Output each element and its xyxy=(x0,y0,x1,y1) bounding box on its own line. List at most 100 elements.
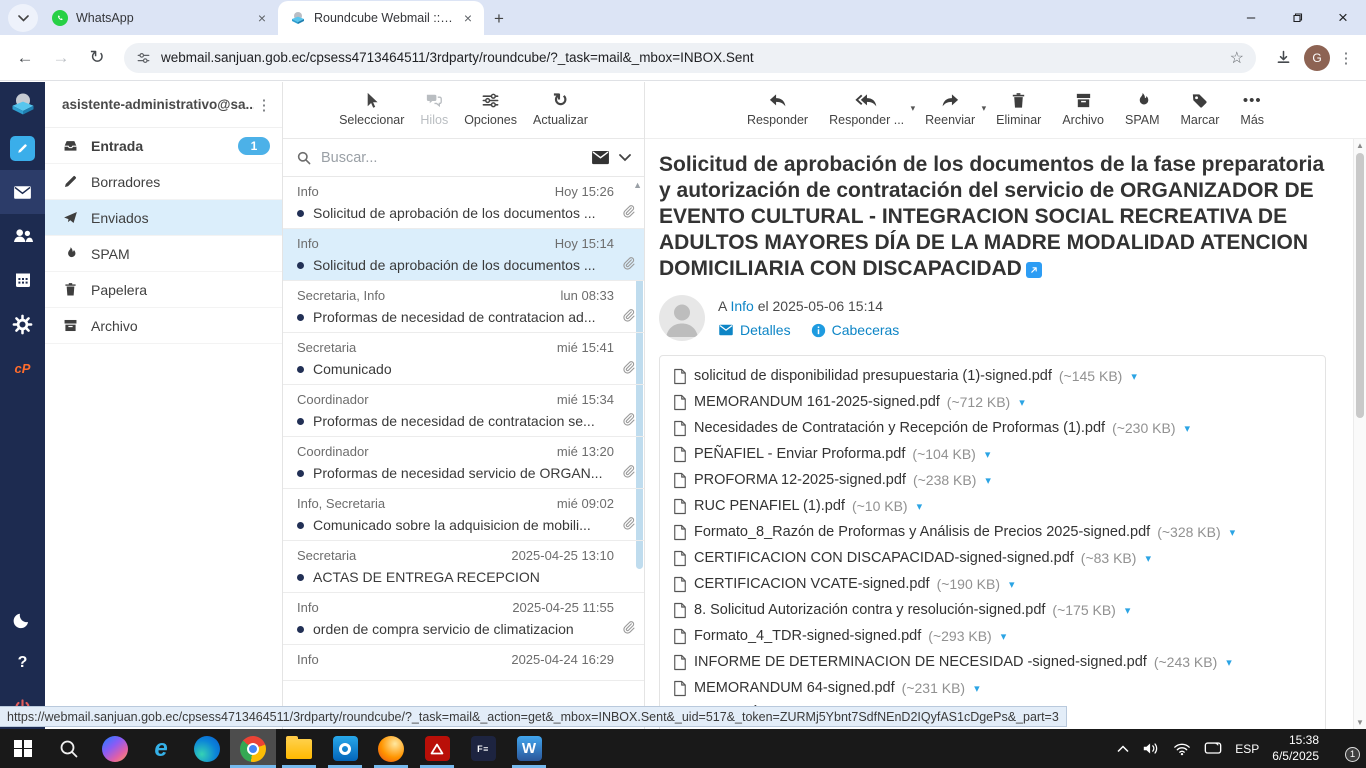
calendar-nav-button[interactable] xyxy=(0,258,45,302)
forward-button[interactable]: Reenviar ▾ xyxy=(925,91,975,127)
url-text[interactable]: webmail.sanjuan.gob.ec/cpsess4713464511/… xyxy=(161,50,1220,65)
cast-display-icon[interactable] xyxy=(1204,741,1222,756)
options-button[interactable]: Opciones xyxy=(464,91,517,127)
cpanel-nav-button[interactable]: cP xyxy=(0,346,45,390)
back-button[interactable]: ← xyxy=(10,43,40,73)
clock[interactable]: 15:38 6/5/2025 xyxy=(1272,733,1319,764)
window-close-button[interactable]: × xyxy=(1320,0,1366,35)
list-item[interactable]: Info, Secretaria mié 09:02 Comunicado so… xyxy=(283,489,644,541)
window-minimize-button[interactable]: – xyxy=(1228,0,1274,35)
dark-mode-button[interactable] xyxy=(0,597,45,641)
url-bar[interactable]: webmail.sanjuan.gob.ec/cpsess4713464511/… xyxy=(124,43,1256,73)
reply-all-button[interactable]: Responder ... ▾ xyxy=(829,91,904,127)
headers-link[interactable]: Cabeceras xyxy=(811,322,900,338)
internet-explorer-button[interactable]: e xyxy=(138,729,184,768)
list-item[interactable]: Secretaria mié 15:41 Comunicado xyxy=(283,333,644,385)
language-indicator[interactable]: ESP xyxy=(1235,742,1259,756)
forward-button[interactable]: → xyxy=(46,43,76,73)
sidebar-item-papelera[interactable]: Papelera xyxy=(45,272,282,308)
list-item[interactable]: Coordinador mié 13:20 Proformas de neces… xyxy=(283,437,644,489)
details-link[interactable]: Detalles xyxy=(718,322,791,338)
spam-button[interactable]: SPAM xyxy=(1125,91,1160,127)
view-scrollbar[interactable]: ▲ ▼ xyxy=(1353,139,1366,729)
list-item[interactable]: Secretaria, Info lun 08:33 Proformas de … xyxy=(283,281,644,333)
attachment-menu-caret-icon[interactable]: ▾ xyxy=(1019,396,1025,409)
list-item[interactable]: Secretaria 2025-04-25 13:10 ACTAS DE ENT… xyxy=(283,541,644,593)
mail-nav-button[interactable] xyxy=(0,170,45,214)
reply-all-caret-icon[interactable]: ▾ xyxy=(911,103,916,114)
tray-expand-icon[interactable] xyxy=(1117,745,1129,753)
list-item[interactable]: Info Hoy 15:26 Solicitud de aprobación d… xyxy=(283,177,644,229)
reply-button[interactable]: Responder xyxy=(747,91,808,127)
browser-menu-icon[interactable]: ⋮ xyxy=(1336,49,1356,67)
taskbar-search-button[interactable] xyxy=(46,729,92,768)
attachment-menu-caret-icon[interactable]: ▾ xyxy=(917,500,923,513)
scroll-up-icon[interactable]: ▲ xyxy=(1354,141,1366,150)
outlook-button[interactable] xyxy=(322,729,368,768)
recipient-link[interactable]: Info xyxy=(730,298,753,314)
view-scrollbar-thumb[interactable] xyxy=(1356,153,1364,418)
chrome-button[interactable] xyxy=(230,729,276,768)
sidebar-item-entrada[interactable]: Entrada 1 xyxy=(45,128,282,164)
bookmark-star-icon[interactable]: ☆ xyxy=(1230,48,1244,68)
sidebar-item-enviados[interactable]: Enviados xyxy=(45,200,282,236)
new-tab-button[interactable]: + xyxy=(494,9,504,29)
sidebar-item-borradores[interactable]: Borradores xyxy=(45,164,282,200)
file-explorer-button[interactable] xyxy=(276,729,322,768)
forward-caret-icon[interactable]: ▾ xyxy=(982,103,987,114)
search-options-chevron-icon[interactable] xyxy=(619,154,631,162)
settings-nav-button[interactable] xyxy=(0,302,45,346)
wifi-icon[interactable] xyxy=(1173,742,1191,756)
attachment-menu-caret-icon[interactable]: ▾ xyxy=(974,682,980,695)
word-button[interactable]: W xyxy=(506,729,552,768)
acrobat-button[interactable] xyxy=(414,729,460,768)
archive-button[interactable]: Archivo xyxy=(1062,91,1104,127)
attachment-menu-caret-icon[interactable]: ▾ xyxy=(1230,526,1236,539)
help-button[interactable]: ? xyxy=(0,641,45,685)
window-restore-button[interactable] xyxy=(1274,0,1320,35)
attachment-menu-caret-icon[interactable]: ▾ xyxy=(1125,604,1131,617)
tab-close-icon[interactable]: × xyxy=(462,10,474,26)
scroll-down-icon[interactable]: ▼ xyxy=(1354,718,1366,727)
more-button[interactable]: ••• Más xyxy=(1240,91,1264,127)
site-info-icon[interactable] xyxy=(136,51,151,65)
reload-button[interactable]: ↻ xyxy=(82,43,112,73)
list-item[interactable]: Info Hoy 15:14 Solicitud de aprobación d… xyxy=(283,229,644,281)
attachment-menu-caret-icon[interactable]: ▾ xyxy=(985,474,991,487)
search-input[interactable] xyxy=(321,150,582,166)
list-item[interactable]: Coordinador mié 15:34 Proformas de neces… xyxy=(283,385,644,437)
notification-center-button[interactable]: 1 xyxy=(1332,739,1356,759)
tab-close-icon[interactable]: × xyxy=(256,10,268,26)
search-scope-mail-icon[interactable] xyxy=(591,150,610,165)
attachment-menu-caret-icon[interactable]: ▾ xyxy=(1226,656,1232,669)
edge-button[interactable] xyxy=(184,729,230,768)
tab-whatsapp[interactable]: WhatsApp × xyxy=(40,1,278,35)
tab-search-button[interactable] xyxy=(8,4,38,32)
list-item[interactable]: Info 2025-04-25 11:55 orden de compra se… xyxy=(283,593,644,645)
attachment-menu-caret-icon[interactable]: ▾ xyxy=(1185,422,1191,435)
refresh-button[interactable]: ↻ Actualizar xyxy=(533,91,588,127)
attachment-menu-caret-icon[interactable]: ▾ xyxy=(1001,630,1007,643)
folder-options-icon[interactable]: ⋮ xyxy=(254,96,274,114)
tab-roundcube[interactable]: Roundcube Webmail :: Enviados × xyxy=(278,1,484,35)
contacts-nav-button[interactable] xyxy=(0,214,45,258)
attachment-menu-caret-icon[interactable]: ▾ xyxy=(985,448,991,461)
attachment-menu-caret-icon[interactable]: ▾ xyxy=(1131,370,1137,383)
delete-button[interactable]: Eliminar xyxy=(996,91,1041,127)
compose-button[interactable] xyxy=(0,126,45,170)
start-button[interactable] xyxy=(0,729,46,768)
select-button[interactable]: Seleccionar xyxy=(339,91,404,127)
sidebar-item-archivo[interactable]: Archivo xyxy=(45,308,282,344)
list-item[interactable]: Info 2025-04-24 16:29 xyxy=(283,645,644,681)
feo-app-button[interactable]: F≡ xyxy=(460,729,506,768)
open-in-new-window-icon[interactable] xyxy=(1026,262,1042,278)
volume-icon[interactable] xyxy=(1142,741,1160,756)
profile-avatar[interactable]: G xyxy=(1304,45,1330,71)
mark-button[interactable]: Marcar xyxy=(1181,91,1220,127)
attachment-menu-caret-icon[interactable]: ▾ xyxy=(1145,552,1151,565)
firefox-button[interactable] xyxy=(368,729,414,768)
copilot-button[interactable] xyxy=(92,729,138,768)
attachment-menu-caret-icon[interactable]: ▾ xyxy=(1009,578,1015,591)
sidebar-item-spam[interactable]: SPAM xyxy=(45,236,282,272)
downloads-icon[interactable] xyxy=(1268,43,1298,73)
